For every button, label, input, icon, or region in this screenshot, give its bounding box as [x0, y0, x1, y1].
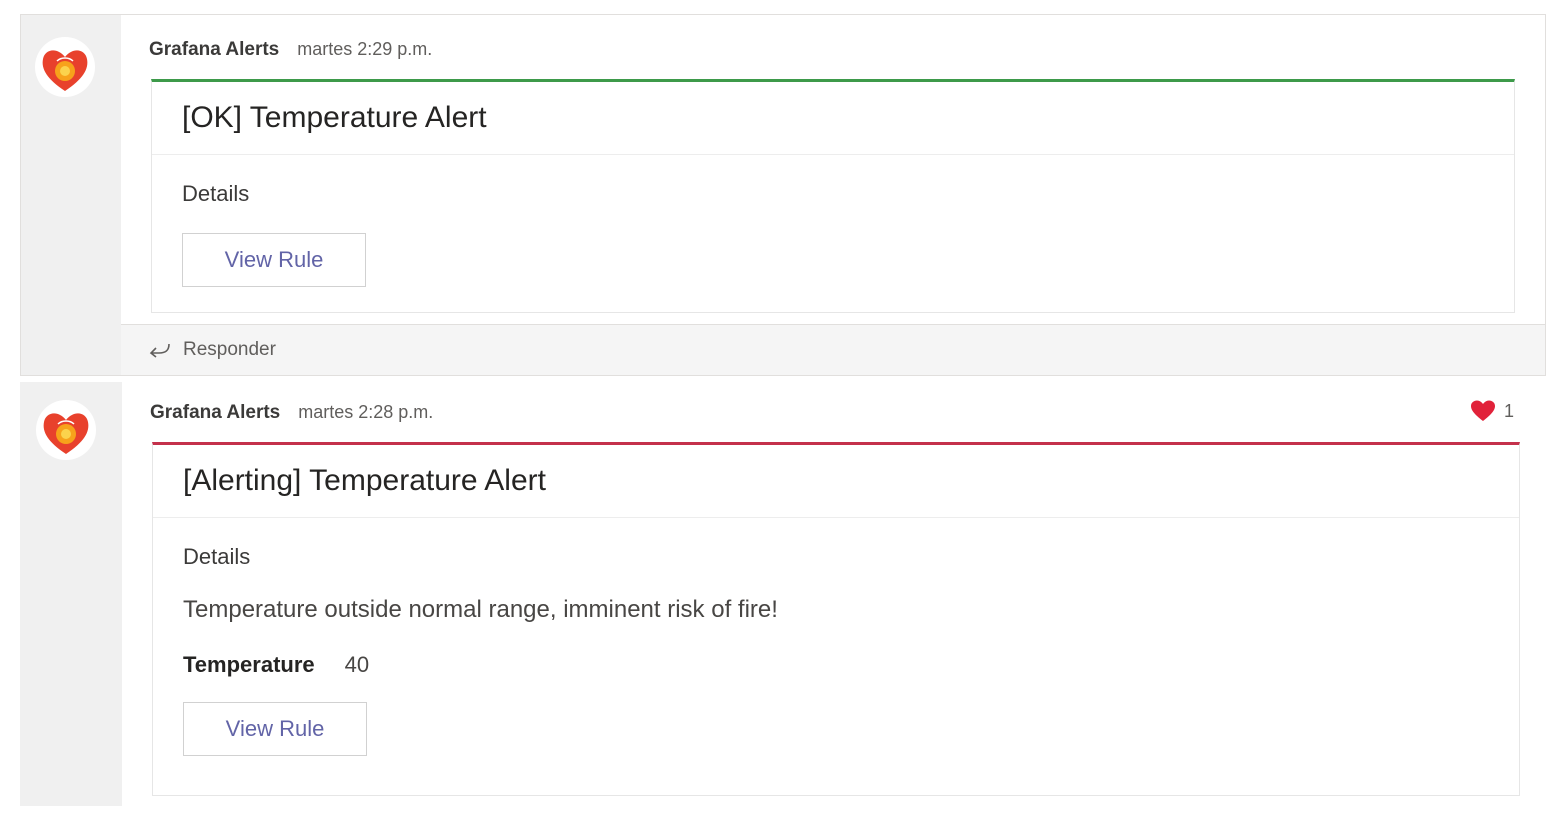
view-rule-button[interactable]: View Rule [183, 702, 367, 756]
reply-label: Responder [183, 339, 276, 360]
alert-card: [Alerting] Temperature Alert Details Tem… [152, 442, 1520, 796]
message-thread-ok: Grafana Alerts martes 2:29 p.m. [OK] Tem… [20, 14, 1546, 376]
avatar-gutter [20, 382, 122, 806]
alert-message: Temperature outside normal range, immine… [183, 596, 778, 623]
message-thread-alerting: Grafana Alerts martes 2:28 p.m. 1 [Alert… [20, 382, 1546, 806]
reaction-count: 1 [1503, 400, 1514, 421]
view-rule-button[interactable]: View Rule [182, 233, 366, 287]
heart-reaction[interactable]: 1 [1470, 400, 1514, 422]
message-timestamp: martes 2:29 p.m. [297, 39, 433, 59]
grafana-logo-icon [35, 37, 95, 97]
reply-arrow-icon [149, 343, 170, 358]
reply-button[interactable]: Responder [121, 324, 1545, 375]
details-label: Details [183, 544, 251, 569]
details-label: Details [182, 181, 250, 206]
fact-row: Temperature 40 [183, 652, 1489, 678]
card-title: [OK] Temperature Alert [152, 82, 1514, 155]
fact-value: 40 [344, 652, 370, 677]
fact-key: Temperature [183, 652, 315, 677]
heart-icon [1470, 400, 1495, 421]
sender-name[interactable]: Grafana Alerts [149, 39, 279, 61]
card-body: Details Temperature outside normal range… [153, 544, 1519, 756]
sender-name[interactable]: Grafana Alerts [150, 402, 280, 424]
message-header: Grafana Alerts martes 2:29 p.m. [149, 39, 432, 61]
message-timestamp: martes 2:28 p.m. [298, 402, 434, 422]
grafana-logo-icon [36, 400, 96, 460]
card-body: Details View Rule [152, 181, 1514, 287]
avatar-gutter [21, 15, 121, 375]
message-header: Grafana Alerts martes 2:28 p.m. [150, 402, 433, 424]
card-title: [Alerting] Temperature Alert [153, 445, 1519, 518]
alert-card: [OK] Temperature Alert Details View Rule [151, 79, 1515, 313]
